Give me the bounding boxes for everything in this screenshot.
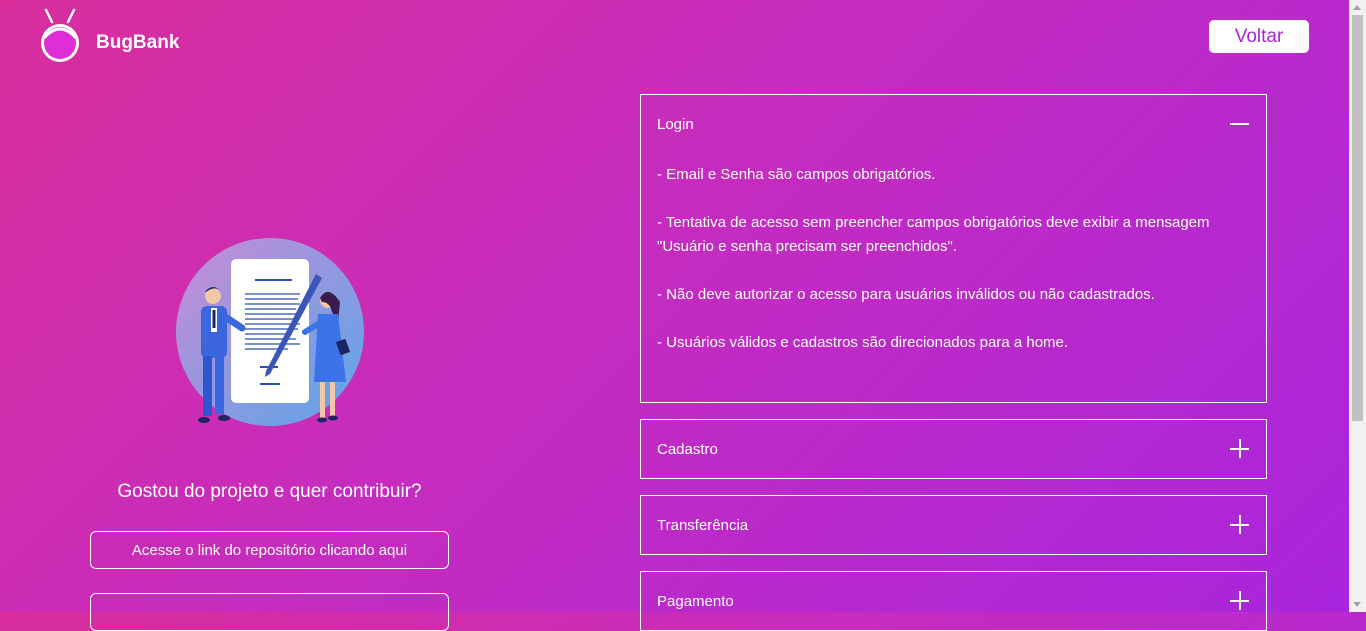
- repository-link-button[interactable]: Acesse o link do repositório clicando aq…: [90, 531, 449, 569]
- illustration-graphic: [176, 238, 364, 426]
- accordion-pagamento-title: Pagamento: [657, 592, 734, 610]
- login-rule-item: - Não deve autorizar o acesso para usuár…: [657, 286, 1155, 303]
- brand-logo[interactable]: BugBank: [38, 8, 179, 64]
- plus-icon[interactable]: [1230, 591, 1250, 611]
- accordion-pagamento: Pagamento: [640, 571, 1267, 631]
- back-button[interactable]: Voltar: [1209, 20, 1309, 53]
- plus-icon[interactable]: [1230, 515, 1250, 535]
- bug-logo-icon: [41, 8, 79, 62]
- brand-name: BugBank: [96, 32, 180, 53]
- accordion-transferencia-header[interactable]: Transferência: [641, 496, 1266, 554]
- accordion-login-header[interactable]: Login: [641, 95, 1266, 153]
- document-signing-illustration: [170, 232, 370, 437]
- accordion-cadastro: Cadastro: [640, 419, 1267, 479]
- accordion-pagamento-header[interactable]: Pagamento: [641, 572, 1266, 630]
- contribute-title: Gostou do projeto e quer contribuir?: [117, 481, 422, 502]
- login-rule-item: - Usuários válidos e cadastros são direc…: [657, 334, 1069, 351]
- vertical-scrollbar[interactable]: [1349, 0, 1366, 612]
- login-rule-item: - Email e Senha são campos obrigatórios.: [657, 166, 936, 183]
- accordion-login-title: Login: [657, 115, 694, 133]
- accordion-cadastro-header[interactable]: Cadastro: [641, 420, 1266, 478]
- accordion-login: Login - Email e Senha são campos obrigat…: [640, 94, 1267, 403]
- secondary-button[interactable]: [90, 593, 449, 631]
- scrollbar-thumb[interactable]: [1352, 15, 1363, 421]
- page: BugBank Voltar Gostou do projeto e quer …: [0, 0, 1349, 631]
- scroll-up-arrow-icon[interactable]: [1353, 5, 1361, 10]
- plus-icon[interactable]: [1230, 439, 1250, 459]
- minus-icon[interactable]: [1230, 114, 1250, 134]
- accordion-transferencia-title: Transferência: [657, 516, 749, 534]
- accordion-cadastro-title: Cadastro: [657, 440, 718, 458]
- accordion-transferencia: Transferência: [640, 495, 1267, 555]
- accordion-login-body: - Email e Senha são campos obrigatórios.…: [641, 153, 1266, 355]
- login-rule-item: - Tentativa de acesso sem preencher camp…: [657, 214, 1210, 255]
- scroll-down-arrow-icon[interactable]: [1353, 602, 1361, 607]
